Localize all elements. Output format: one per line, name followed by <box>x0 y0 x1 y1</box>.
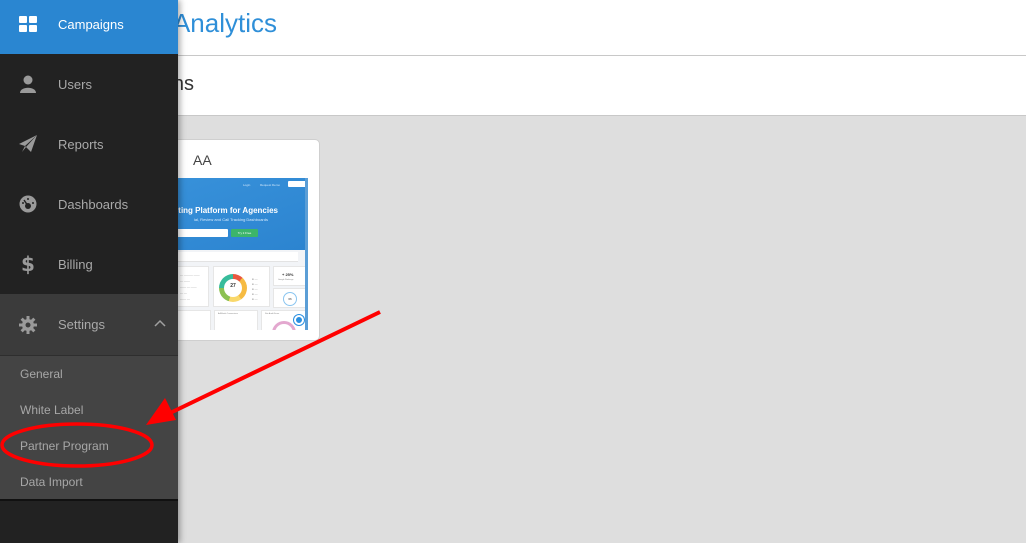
thumbnail-signup-button <box>288 181 305 187</box>
submenu-item-white-label[interactable]: White Label <box>20 403 83 417</box>
sidebar-item-label: Users <box>58 76 92 92</box>
sidebar-item-billing[interactable]: $ Billing <box>0 234 178 294</box>
dashboard-gauge-icon <box>19 195 37 213</box>
submenu-item-data-import[interactable]: Data Import <box>20 475 83 489</box>
thumbnail-panel-circle: 66 <box>273 288 305 308</box>
submenu-item-general[interactable]: General <box>20 367 63 381</box>
thumbnail-nav-login: Login <box>243 183 251 187</box>
thumbnail-nav-request: Request Demo <box>260 183 281 187</box>
sidebar-item-label: Dashboards <box>58 196 129 212</box>
sidebar-item-label: Settings <box>58 317 105 332</box>
sidebar-item-users[interactable]: Users <box>0 54 178 114</box>
thumbnail-cta-button: Try it Free <box>231 229 258 237</box>
grid-icon <box>19 15 37 33</box>
sidebar-item-campaigns[interactable]: Campaigns <box>0 0 178 54</box>
settings-submenu: General White Label Partner Program Data… <box>0 356 178 501</box>
thumbnail-chat-icon <box>294 315 304 325</box>
sidebar-item-reports[interactable]: Reports <box>0 114 178 174</box>
sidebar-item-dashboards[interactable]: Dashboards <box>0 174 178 234</box>
paper-plane-icon <box>19 135 37 153</box>
thumbnail-panel-stat: + 25% Google Rankings <box>273 266 305 286</box>
dollar-icon: $ <box>21 252 35 276</box>
thumbnail-panel-donut: 27 ● ― ● ― ● ― ● ― ● ― <box>213 266 270 307</box>
user-icon <box>19 75 37 93</box>
thumbnail-donut-chart: 27 <box>219 274 247 302</box>
thumbnail-panel-adwords: AdWords Conversions <box>214 310 258 330</box>
sidebar-item-settings[interactable]: Settings <box>0 294 178 356</box>
gear-icon <box>19 315 37 334</box>
sidebar-item-label: Campaigns <box>58 16 124 32</box>
submenu-item-partner-program[interactable]: Partner Program <box>20 439 109 453</box>
campaign-name: AA <box>193 152 212 168</box>
chevron-up-icon[interactable] <box>153 316 167 330</box>
sidebar-item-label: Reports <box>58 136 104 152</box>
sidebar: Campaigns Users Reports Dashboards $ Bil… <box>0 0 178 543</box>
sidebar-item-label: Billing <box>58 256 93 272</box>
